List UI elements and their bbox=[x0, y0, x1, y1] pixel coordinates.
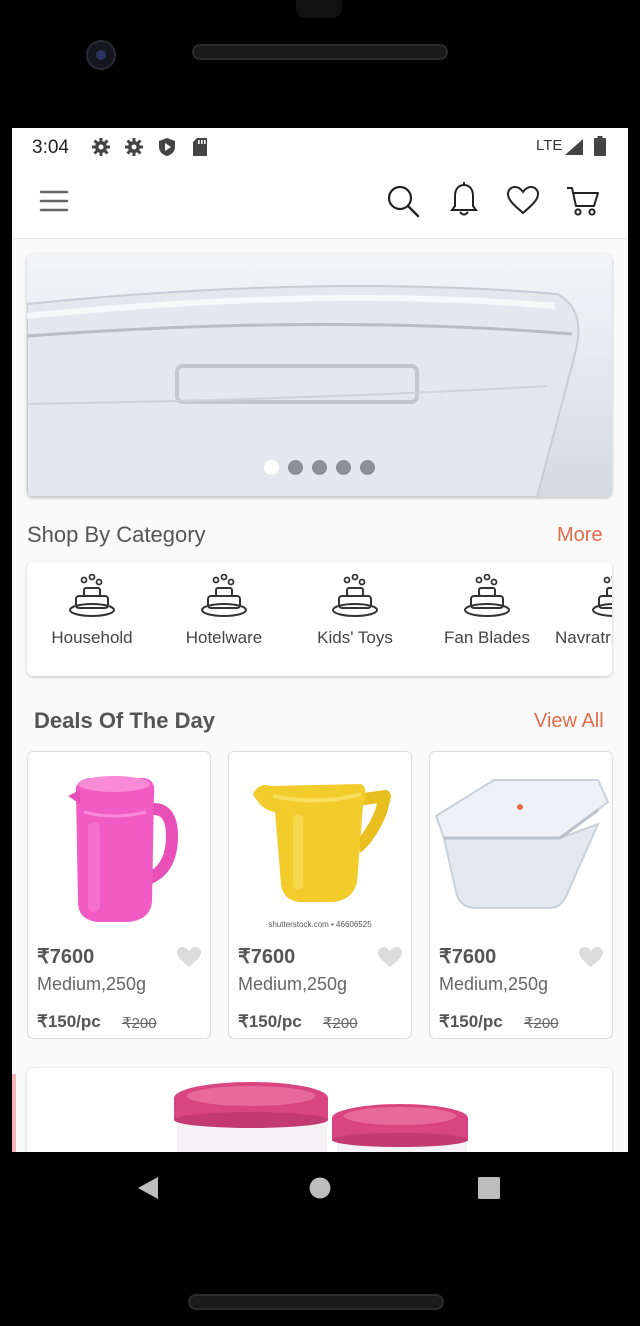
product-image-yellow-mug bbox=[229, 752, 411, 937]
earpiece-speaker bbox=[192, 44, 448, 60]
wishlist-heart-icon[interactable] bbox=[377, 946, 403, 973]
category-label: Household bbox=[51, 628, 133, 647]
category-list: Household Hotelware Kids' Toys Fan Blade… bbox=[27, 562, 612, 676]
promo-card[interactable] bbox=[27, 1068, 612, 1152]
pagination-dot[interactable] bbox=[360, 460, 375, 475]
pagination-dot-active[interactable] bbox=[264, 460, 279, 475]
pagination-dot[interactable] bbox=[312, 460, 327, 475]
bottom-speaker bbox=[188, 1294, 444, 1310]
device-notch bbox=[296, 0, 342, 18]
deal-card[interactable]: ₹7600 Medium,250g ₹150/pc ₹200 bbox=[429, 751, 613, 1039]
category-item-kids-toys[interactable]: Kids' Toys bbox=[290, 574, 420, 648]
category-icon bbox=[201, 574, 247, 617]
deal-price: ₹7600 bbox=[238, 946, 296, 968]
category-label: Navratri bbox=[555, 628, 612, 647]
category-item-fan-blades[interactable]: Fan Blades bbox=[422, 574, 552, 648]
product-image-storage-box bbox=[430, 752, 612, 937]
status-bar: 3:04 LTE bbox=[12, 128, 628, 166]
product-image-pink-containers bbox=[27, 1068, 612, 1152]
category-label: Kids' Toys bbox=[317, 628, 393, 647]
deal-original-price: ₹200 bbox=[524, 1015, 559, 1032]
deal-quantity: Medium,250g bbox=[37, 974, 147, 994]
app-bar bbox=[12, 166, 628, 239]
category-label: Fan Blades bbox=[444, 628, 530, 647]
deal-quantity: Medium,250g bbox=[439, 974, 549, 994]
recents-icon[interactable] bbox=[478, 1177, 500, 1204]
category-icon bbox=[69, 574, 115, 617]
status-time: 3:04 bbox=[32, 137, 69, 158]
wishlist-heart-icon[interactable] bbox=[176, 946, 202, 973]
side-banner-edge bbox=[12, 1074, 16, 1152]
back-icon[interactable] bbox=[136, 1176, 160, 1205]
pagination-dot[interactable] bbox=[288, 460, 303, 475]
banner-pagination bbox=[27, 460, 612, 475]
bell-icon[interactable] bbox=[450, 182, 478, 223]
category-section-title: Shop By Category bbox=[27, 522, 206, 547]
wishlist-heart-icon[interactable] bbox=[578, 946, 604, 973]
category-item-household[interactable]: Household bbox=[27, 574, 157, 648]
deal-price: ₹7600 bbox=[439, 946, 497, 968]
category-more-link[interactable]: More bbox=[557, 524, 603, 547]
menu-icon[interactable] bbox=[39, 189, 69, 218]
cart-icon[interactable] bbox=[566, 184, 600, 223]
deal-card[interactable]: shutterstock.com • 46606525 ₹7600 Medium… bbox=[228, 751, 412, 1039]
app-screen: 3:04 LTE Shop By Category More Household… bbox=[12, 128, 628, 1152]
deal-price: ₹7600 bbox=[37, 946, 95, 968]
network-type: LTE bbox=[536, 137, 563, 154]
deal-card[interactable]: ₹7600 Medium,250g ₹150/pc ₹200 bbox=[27, 751, 211, 1039]
deal-unit-price: ₹150/pc bbox=[238, 1012, 302, 1031]
promo-banner[interactable] bbox=[27, 254, 612, 497]
category-item-hotelware[interactable]: Hotelware bbox=[159, 574, 289, 648]
heart-icon[interactable] bbox=[506, 185, 540, 220]
deal-unit-price: ₹150/pc bbox=[439, 1012, 503, 1031]
category-icon bbox=[592, 575, 612, 617]
settings-icon bbox=[124, 137, 144, 162]
deal-unit-price: ₹150/pc bbox=[37, 1012, 101, 1031]
deals-section-title: Deals Of The Day bbox=[34, 708, 215, 733]
settings-icon bbox=[91, 137, 111, 162]
deals-view-all-link[interactable]: View All bbox=[534, 710, 604, 733]
front-camera bbox=[86, 40, 116, 70]
home-icon[interactable] bbox=[308, 1176, 332, 1205]
category-icon bbox=[464, 574, 510, 617]
deal-original-price: ₹200 bbox=[323, 1015, 358, 1032]
category-item-navratri[interactable]: Navratri bbox=[553, 574, 612, 648]
category-label: Hotelware bbox=[185, 628, 263, 647]
shield-icon bbox=[158, 137, 176, 162]
battery-icon bbox=[594, 136, 606, 161]
deal-quantity: Medium,250g bbox=[238, 974, 348, 994]
search-icon[interactable] bbox=[386, 184, 420, 223]
signal-icon bbox=[564, 138, 584, 161]
image-watermark: shutterstock.com • 46606525 bbox=[268, 920, 372, 929]
category-icon bbox=[332, 574, 378, 617]
deal-original-price: ₹200 bbox=[122, 1015, 157, 1032]
product-image-pink-jug bbox=[28, 752, 210, 937]
system-nav-bar bbox=[0, 1152, 640, 1222]
pagination-dot[interactable] bbox=[336, 460, 351, 475]
sd-card-icon bbox=[192, 137, 208, 162]
